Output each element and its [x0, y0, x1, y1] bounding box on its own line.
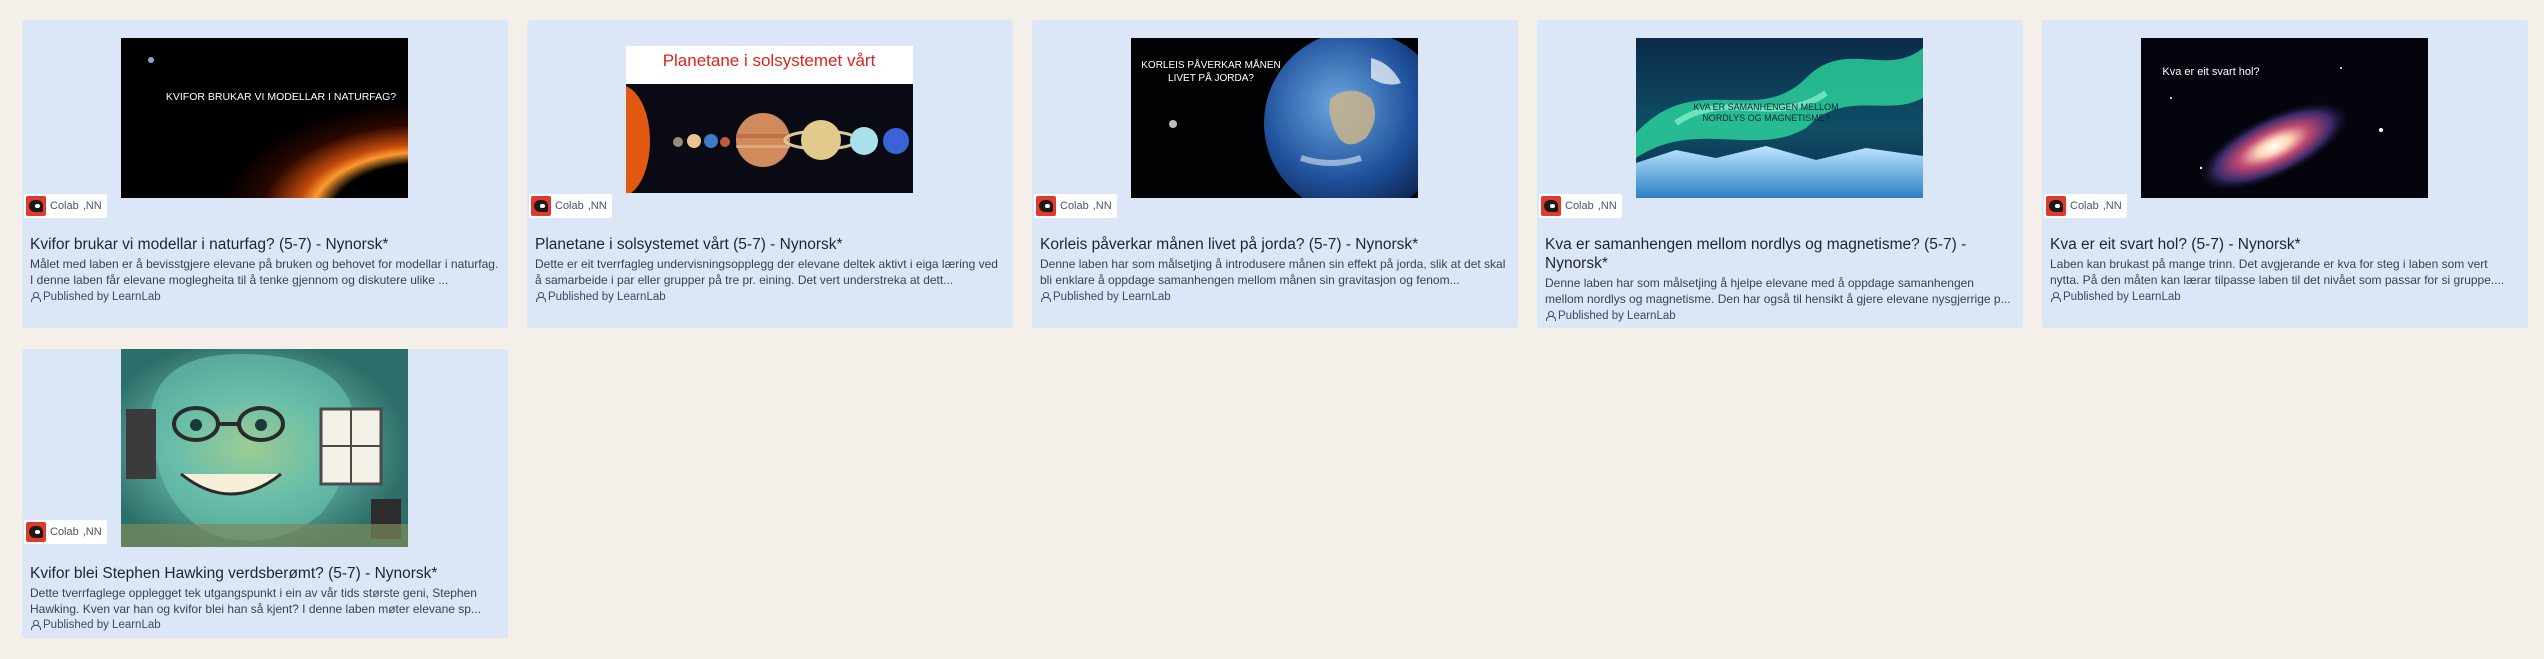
- user-icon: [30, 292, 41, 302]
- publisher-label: Published by LearnLab: [548, 291, 666, 303]
- colab-logo-icon: [2046, 196, 2066, 216]
- provider-chip: Colab ,NN: [24, 520, 107, 544]
- lab-card-svart-hol[interactable]: Kva er eit svart hol? Colab ,NN Kva er e…: [2042, 20, 2528, 328]
- user-icon: [1040, 292, 1051, 302]
- language-code: ,NN: [82, 200, 102, 212]
- lab-card-grid: KVIFOR BRUKAR VI MODELLAR I NATURFAG? Co…: [22, 20, 2530, 638]
- card-thumbnail-image[interactable]: KVA ER SAMANHENGEN MELLOM NORDLYS OG MAG…: [1636, 38, 1923, 198]
- card-description: Denne laben har som målsetjing å introdu…: [1040, 257, 1506, 287]
- user-icon: [535, 292, 546, 302]
- card-thumbnail-area: Planetane i solsystemet vårt Colab ,NN: [527, 20, 1013, 218]
- card-thumbnail-image[interactable]: Kva er eit svart hol?: [2141, 38, 2428, 198]
- card-publisher: Published by LearnLab: [1040, 291, 1171, 303]
- thumbnail-caption: Planetane i solsystemet vårt: [663, 51, 876, 70]
- thumbnail-caption-line-2: NORDLYS OG MAGNETISME?: [1702, 113, 1829, 123]
- language-code: ,NN: [587, 200, 607, 212]
- lab-card-nordlys[interactable]: KVA ER SAMANHENGEN MELLOM NORDLYS OG MAG…: [1537, 20, 2023, 328]
- language-code: ,NN: [1597, 200, 1617, 212]
- colab-logo-icon: [26, 196, 46, 216]
- language-code: ,NN: [82, 526, 102, 538]
- language-code: ,NN: [1092, 200, 1112, 212]
- language-code: ,NN: [2102, 200, 2122, 212]
- card-description: Dette er eit tverrfagleg undervisningsop…: [535, 257, 998, 287]
- thumbnail-caption: Kva er eit svart hol?: [2162, 66, 2259, 78]
- colab-logo-icon: [26, 522, 46, 542]
- card-thumbnail-area: KVA ER SAMANHENGEN MELLOM NORDLYS OG MAG…: [1537, 20, 2023, 218]
- provider-name: Colab: [50, 200, 79, 212]
- provider-name: Colab: [555, 200, 584, 212]
- card-publisher: Published by LearnLab: [1545, 310, 1676, 322]
- provider-name: Colab: [1060, 200, 1089, 212]
- card-description: Laben kan brukast på mange trinn. Det av…: [2050, 257, 2505, 287]
- publisher-label: Published by LearnLab: [43, 291, 161, 303]
- card-title[interactable]: Kvifor blei Stephen Hawking verdsberømt?…: [30, 564, 500, 583]
- card-publisher: Published by LearnLab: [30, 291, 161, 303]
- user-icon: [30, 620, 41, 630]
- thumbnail-caption-line-1: KORLEIS PÅVERKAR MÅNEN: [1141, 58, 1280, 71]
- provider-chip: Colab ,NN: [2044, 194, 2127, 218]
- user-icon: [2050, 292, 2061, 302]
- provider-chip: Colab ,NN: [1034, 194, 1117, 218]
- publisher-label: Published by LearnLab: [1558, 310, 1676, 322]
- card-thumbnail-image[interactable]: [121, 349, 408, 547]
- card-thumbnail-area: Colab ,NN: [22, 349, 508, 547]
- card-title[interactable]: Planetane i solsystemet vårt (5-7) - Nyn…: [535, 235, 1005, 254]
- thumbnail-caption-line-2: LIVET PÅ JORDA?: [1168, 71, 1254, 84]
- card-publisher: Published by LearnLab: [30, 619, 161, 631]
- lab-card-hawking[interactable]: Colab ,NN Kvifor blei Stephen Hawking ve…: [22, 349, 508, 638]
- card-title[interactable]: Kva er eit svart hol? (5-7) - Nynorsk*: [2050, 235, 2520, 254]
- provider-chip: Colab ,NN: [1539, 194, 1622, 218]
- card-thumbnail-area: KORLEIS PÅVERKAR MÅNEN LIVET PÅ JORDA? C…: [1032, 20, 1518, 218]
- card-thumbnail-area: Kva er eit svart hol? Colab ,NN: [2042, 20, 2528, 218]
- publisher-label: Published by LearnLab: [2063, 291, 2181, 303]
- provider-name: Colab: [1565, 200, 1594, 212]
- provider-name: Colab: [2070, 200, 2099, 212]
- lab-card-planetane[interactable]: Planetane i solsystemet vårt Colab ,NN P…: [527, 20, 1013, 328]
- colab-logo-icon: [1541, 196, 1561, 216]
- card-description: Denne laben har som målsetjing å hjelpe …: [1545, 276, 2011, 306]
- colab-logo-icon: [531, 196, 551, 216]
- provider-name: Colab: [50, 526, 79, 538]
- card-description: Dette tverrfaglege opplegget tek utgangs…: [30, 586, 481, 616]
- publisher-label: Published by LearnLab: [43, 619, 161, 631]
- colab-logo-icon: [1036, 196, 1056, 216]
- lab-card-manen[interactable]: KORLEIS PÅVERKAR MÅNEN LIVET PÅ JORDA? C…: [1032, 20, 1518, 328]
- provider-chip: Colab ,NN: [529, 194, 612, 218]
- card-title[interactable]: Kvifor brukar vi modellar i naturfag? (5…: [30, 235, 500, 254]
- thumbnail-caption-line-1: KVA ER SAMANHENGEN MELLOM: [1693, 102, 1838, 112]
- card-description: Målet med laben er å bevisstgjere elevan…: [30, 257, 499, 287]
- card-thumbnail-image[interactable]: KORLEIS PÅVERKAR MÅNEN LIVET PÅ JORDA?: [1131, 38, 1418, 198]
- card-thumbnail-image[interactable]: KVIFOR BRUKAR VI MODELLAR I NATURFAG?: [121, 38, 408, 198]
- card-title[interactable]: Kva er samanhengen mellom nordlys og mag…: [1545, 235, 2005, 273]
- user-icon: [1545, 311, 1556, 321]
- thumbnail-caption: KVIFOR BRUKAR VI MODELLAR I NATURFAG?: [166, 91, 396, 103]
- card-publisher: Published by LearnLab: [2050, 291, 2181, 303]
- card-title[interactable]: Korleis påverkar månen livet på jorda? (…: [1040, 235, 1510, 254]
- card-thumbnail-area: KVIFOR BRUKAR VI MODELLAR I NATURFAG? Co…: [22, 20, 508, 218]
- lab-card-modellar[interactable]: KVIFOR BRUKAR VI MODELLAR I NATURFAG? Co…: [22, 20, 508, 328]
- card-thumbnail-image[interactable]: Planetane i solsystemet vårt: [626, 46, 913, 193]
- card-publisher: Published by LearnLab: [535, 291, 666, 303]
- publisher-label: Published by LearnLab: [1053, 291, 1171, 303]
- provider-chip: Colab ,NN: [24, 194, 107, 218]
